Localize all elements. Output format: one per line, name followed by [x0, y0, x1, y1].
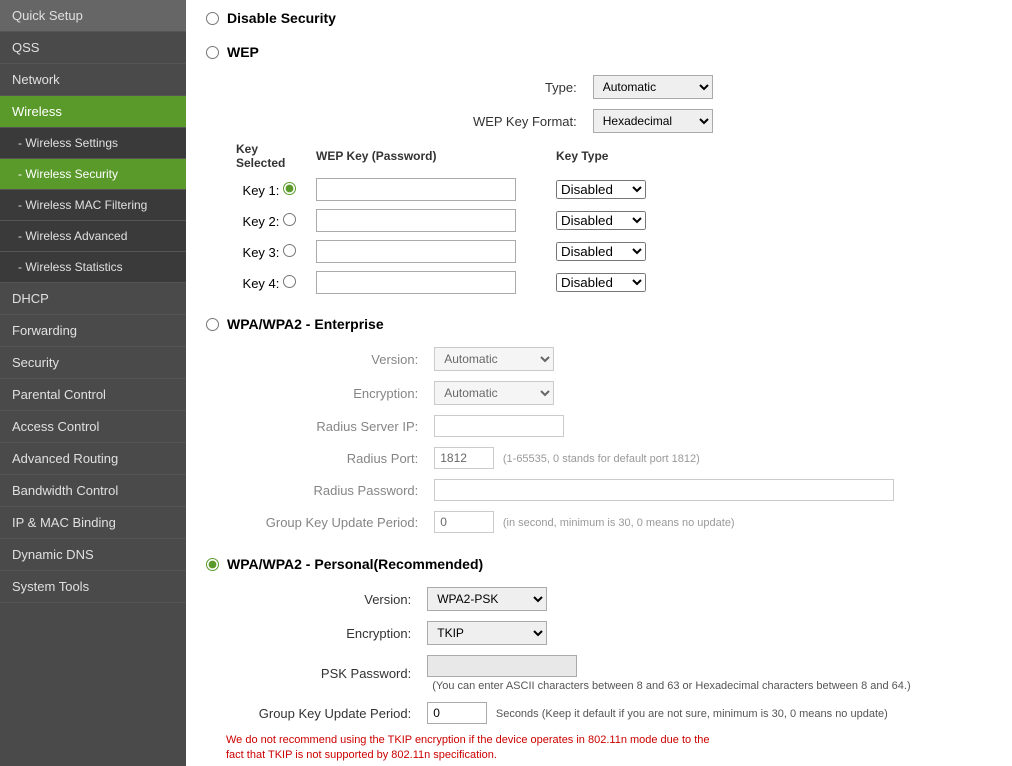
sidebar-item-wirelessmacfiltering[interactable]: - Wireless MAC Filtering	[0, 190, 186, 221]
sidebar-item-dhcp[interactable]: DHCP	[0, 283, 186, 315]
sidebar-item-accesscontrol[interactable]: Access Control	[0, 411, 186, 443]
sidebar-item-wirelessstatistics[interactable]: - Wireless Statistics	[0, 252, 186, 283]
wpa-personal-form: Version: WPA2-PSK Automatic WPA-PSK Encr…	[226, 582, 992, 729]
radius-pw-input[interactable]	[434, 479, 894, 501]
wpa-personal-label: WPA/WPA2 - Personal(Recommended)	[227, 556, 483, 572]
wpa-encryption-label: Encryption:	[226, 376, 426, 410]
group-key-label: Group Key Update Period:	[226, 506, 426, 538]
sidebar-item-forwarding[interactable]: Forwarding	[0, 315, 186, 347]
radius-port-hint: (1-65535, 0 stands for default port 1812…	[503, 453, 700, 465]
sidebar-item-wirelessadvanced[interactable]: - Wireless Advanced	[0, 221, 186, 252]
wep-key-row-4: Key 4: Disabled64Bit128Bit152Bit	[226, 267, 656, 298]
sidebar-item-advancedrouting[interactable]: Advanced Routing	[0, 443, 186, 475]
key-label-3: Key 3:	[226, 236, 306, 267]
tkip-warning: We do not recommend using the TKIP encry…	[226, 733, 726, 764]
type-select[interactable]: Automatic Open System Shared Key	[593, 75, 713, 99]
wpa-personal-encryption-select[interactable]: TKIP AES Automatic	[427, 621, 547, 645]
radius-port-label: Radius Port:	[226, 442, 426, 474]
key-3-radio[interactable]	[283, 244, 296, 257]
group-key2-input[interactable]	[427, 702, 487, 724]
wep-radio[interactable]	[206, 46, 219, 59]
sidebar-item-qss[interactable]: QSS	[0, 32, 186, 64]
wpa-enterprise-form: Version: Automatic WPA WPA2 Encryption: …	[226, 342, 992, 538]
radius-ip-label: Radius Server IP:	[226, 410, 426, 442]
wep-key-row-3: Key 3: Disabled64Bit128Bit152Bit	[226, 236, 656, 267]
wpa-personal-encryption-label: Encryption:	[226, 616, 419, 650]
wep-form-table: Type: Automatic Open System Shared Key W…	[226, 70, 992, 138]
wep-key-format-select[interactable]: Hexadecimal ASCII	[593, 109, 713, 133]
key-4-input[interactable]	[316, 271, 516, 294]
group-key2-hint: Seconds (Keep it default if you are not …	[496, 708, 888, 720]
sidebar-item-wireless[interactable]: Wireless	[0, 96, 186, 128]
radius-pw-label: Radius Password:	[226, 474, 426, 506]
psk-pw-input[interactable]	[427, 655, 577, 677]
wpa-version-label: Version:	[226, 342, 426, 376]
key-2-input[interactable]	[316, 209, 516, 232]
sidebar-item-quicksetup[interactable]: Quick Setup	[0, 0, 186, 32]
key-1-input[interactable]	[316, 178, 516, 201]
disable-security-radio[interactable]	[206, 12, 219, 25]
group-key2-label: Group Key Update Period:	[226, 697, 419, 729]
type-label: Type:	[226, 70, 585, 104]
main-content: Disable Security WEP Type: Automatic Ope…	[186, 0, 1012, 766]
key-label-2: Key 2:	[226, 205, 306, 236]
psk-pw-hint: (You can enter ASCII characters between …	[432, 680, 910, 692]
key-label-1: Key 1:	[226, 174, 306, 205]
sidebar-item-network[interactable]: Network	[0, 64, 186, 96]
key-4-type-select[interactable]: Disabled64Bit128Bit152Bit	[556, 273, 646, 292]
wep-section: WEP Type: Automatic Open System Shared K…	[206, 44, 992, 298]
wpa-version-select[interactable]: Automatic WPA WPA2	[434, 347, 554, 371]
wpa-enterprise-label: WPA/WPA2 - Enterprise	[227, 316, 384, 332]
radius-port-input[interactable]	[434, 447, 494, 469]
psk-pw-label: PSK Password:	[226, 650, 419, 697]
sidebar: Quick SetupQSSNetworkWireless- Wireless …	[0, 0, 186, 766]
disable-security-section: Disable Security	[206, 10, 992, 26]
sidebar-item-systemtools[interactable]: System Tools	[0, 571, 186, 603]
wpa-personal-radio[interactable]	[206, 558, 219, 571]
key-2-type-select[interactable]: Disabled64Bit128Bit152Bit	[556, 211, 646, 230]
wep-key-col: WEP Key (Password)	[306, 138, 546, 174]
key-selected-col: Key Selected	[226, 138, 306, 174]
sidebar-item-bandwidthcontrol[interactable]: Bandwidth Control	[0, 475, 186, 507]
key-3-input[interactable]	[316, 240, 516, 263]
key-2-radio[interactable]	[283, 213, 296, 226]
group-key-input[interactable]	[434, 511, 494, 533]
key-label-4: Key 4:	[226, 267, 306, 298]
wpa-personal-version-select[interactable]: WPA2-PSK Automatic WPA-PSK	[427, 587, 547, 611]
radius-ip-input[interactable]	[434, 415, 564, 437]
sidebar-item-dynamicdns[interactable]: Dynamic DNS	[0, 539, 186, 571]
disable-security-label: Disable Security	[227, 10, 336, 26]
sidebar-item-wirelesssecurity[interactable]: - Wireless Security	[0, 159, 186, 190]
key-3-type-select[interactable]: Disabled64Bit128Bit152Bit	[556, 242, 646, 261]
wep-label: WEP	[227, 44, 259, 60]
wep-key-row-2: Key 2: Disabled64Bit128Bit152Bit	[226, 205, 656, 236]
sidebar-item-parentalcontrol[interactable]: Parental Control	[0, 379, 186, 411]
sidebar-item-ip&macbinding[interactable]: IP & MAC Binding	[0, 507, 186, 539]
wpa-encryption-select[interactable]: Automatic TKIP AES	[434, 381, 554, 405]
wpa-personal-version-label: Version:	[226, 582, 419, 616]
key-1-radio[interactable]	[283, 182, 296, 195]
sidebar-item-security[interactable]: Security	[0, 347, 186, 379]
wpa-enterprise-radio[interactable]	[206, 318, 219, 331]
wpa-personal-section: WPA/WPA2 - Personal(Recommended) Version…	[206, 556, 992, 764]
group-key-hint: (in second, minimum is 30, 0 means no up…	[503, 517, 735, 529]
wpa-enterprise-section: WPA/WPA2 - Enterprise Version: Automatic…	[206, 316, 992, 538]
wep-key-row-1: Key 1: Disabled64Bit128Bit152Bit	[226, 174, 656, 205]
key-type-col: Key Type	[546, 138, 656, 174]
sidebar-item-wirelesssettings[interactable]: - Wireless Settings	[0, 128, 186, 159]
key-1-type-select[interactable]: Disabled64Bit128Bit152Bit	[556, 180, 646, 199]
wep-keys-table: Key Selected WEP Key (Password) Key Type…	[226, 138, 656, 298]
key-4-radio[interactable]	[283, 275, 296, 288]
wep-key-format-label: WEP Key Format:	[226, 104, 585, 138]
